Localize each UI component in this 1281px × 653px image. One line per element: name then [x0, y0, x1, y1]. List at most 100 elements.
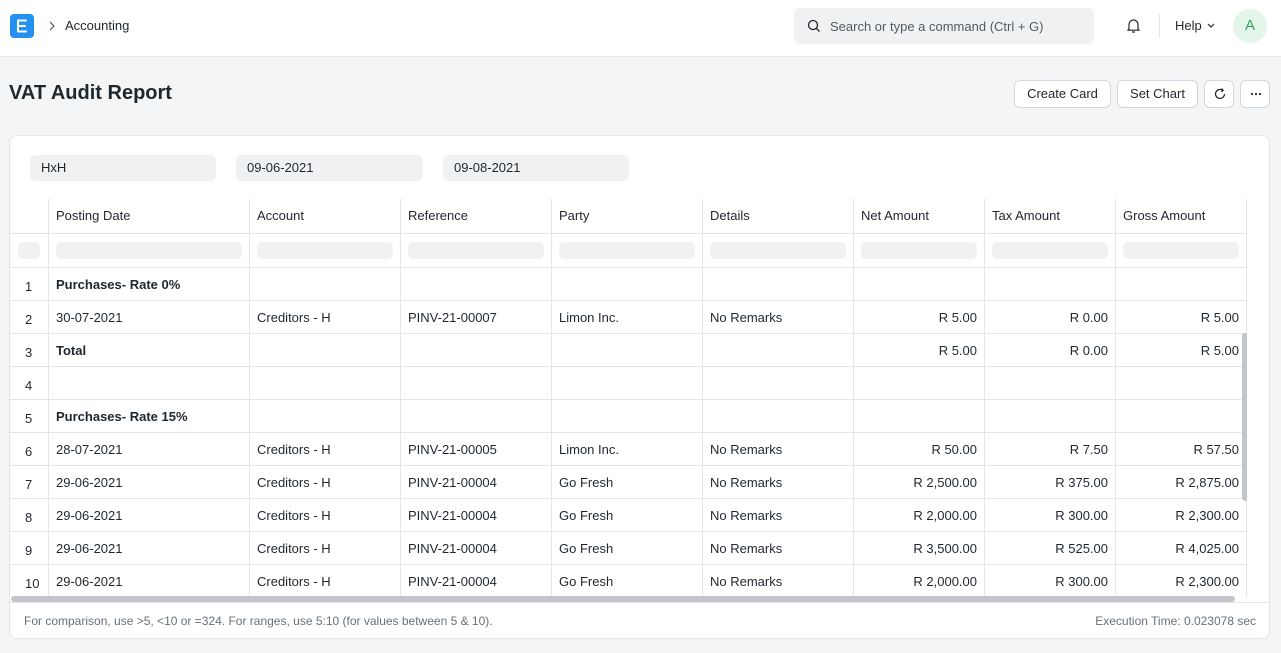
table-row[interactable]: 8 29-06-2021 Creditors - H PINV-21-00004 Go … [10, 499, 1247, 532]
cell-posting-date[interactable]: Purchases- Rate 15% [49, 400, 250, 433]
cell-party[interactable]: Go Fresh [552, 532, 703, 565]
filter-input-reference[interactable] [408, 242, 544, 259]
cell-details[interactable] [703, 334, 854, 367]
cell-tax-amount[interactable]: R 300.00 [985, 565, 1116, 597]
cell-posting-date[interactable]: 29-06-2021 [49, 532, 250, 565]
cell-party[interactable] [552, 268, 703, 301]
cell-account[interactable]: Creditors - H [250, 499, 401, 532]
table-row[interactable]: 3 Total R 5.00 R 0.00 R 5.00 [10, 334, 1247, 367]
filter-input-details[interactable] [710, 242, 846, 259]
table-row[interactable]: 7 29-06-2021 Creditors - H PINV-21-00004 Go … [10, 466, 1247, 499]
cell-gross-amount[interactable]: R 4,025.00 [1116, 532, 1247, 565]
cell-tax-amount[interactable]: R 300.00 [985, 499, 1116, 532]
cell-tax-amount[interactable]: R 0.00 [985, 334, 1116, 367]
cell-party[interactable]: Go Fresh [552, 466, 703, 499]
cell-party[interactable]: Go Fresh [552, 565, 703, 597]
cell-details[interactable] [703, 268, 854, 301]
cell-reference[interactable] [401, 367, 552, 400]
cell-tax-amount[interactable]: R 375.00 [985, 466, 1116, 499]
cell-tax-amount[interactable] [985, 367, 1116, 400]
filter-input-party[interactable] [559, 242, 695, 259]
cell-posting-date[interactable]: 30-07-2021 [49, 301, 250, 334]
cell-posting-date[interactable] [49, 367, 250, 400]
cell-details[interactable]: No Remarks [703, 466, 854, 499]
cell-posting-date[interactable]: 29-06-2021 [49, 565, 250, 597]
cell-details[interactable] [703, 367, 854, 400]
cell-details[interactable]: No Remarks [703, 565, 854, 597]
cell-net-amount[interactable]: R 2,000.00 [854, 499, 985, 532]
cell-reference[interactable]: PINV-21-00004 [401, 466, 552, 499]
cell-account[interactable]: Creditors - H [250, 433, 401, 466]
column-header-tax-amount[interactable]: Tax Amount [985, 199, 1116, 234]
cell-net-amount[interactable] [854, 268, 985, 301]
cell-details[interactable]: No Remarks [703, 301, 854, 334]
cell-party[interactable] [552, 400, 703, 433]
bell-icon[interactable] [1125, 17, 1142, 34]
cell-tax-amount[interactable] [985, 268, 1116, 301]
cell-gross-amount[interactable] [1116, 268, 1247, 301]
cell-net-amount[interactable]: R 50.00 [854, 433, 985, 466]
cell-tax-amount[interactable]: R 0.00 [985, 301, 1116, 334]
cell-net-amount[interactable]: R 3,500.00 [854, 532, 985, 565]
filter-input-posting-date[interactable] [56, 242, 242, 259]
table-row[interactable]: 4 [10, 367, 1247, 400]
cell-posting-date[interactable]: 29-06-2021 [49, 466, 250, 499]
cell-details[interactable] [703, 400, 854, 433]
cell-posting-date[interactable]: 28-07-2021 [49, 433, 250, 466]
erpnext-logo-icon[interactable] [10, 14, 34, 38]
cell-reference[interactable]: PINV-21-00004 [401, 499, 552, 532]
cell-net-amount[interactable]: R 2,500.00 [854, 466, 985, 499]
cell-gross-amount[interactable]: R 2,300.00 [1116, 565, 1247, 597]
column-header-net-amount[interactable]: Net Amount [854, 199, 985, 234]
filter-input-gross-amount[interactable] [1123, 242, 1239, 259]
cell-account[interactable] [250, 367, 401, 400]
cell-reference[interactable] [401, 334, 552, 367]
cell-gross-amount[interactable]: R 2,300.00 [1116, 499, 1247, 532]
cell-party[interactable] [552, 334, 703, 367]
table-row[interactable]: 5 Purchases- Rate 15% [10, 400, 1247, 433]
cell-account[interactable]: Creditors - H [250, 301, 401, 334]
to-date-filter[interactable]: 09-08-2021 [443, 155, 629, 181]
cell-account[interactable] [250, 268, 401, 301]
cell-gross-amount[interactable]: R 57.50 [1116, 433, 1247, 466]
cell-account[interactable] [250, 400, 401, 433]
table-row[interactable]: 1 Purchases- Rate 0% [10, 268, 1247, 301]
chevron-down-icon[interactable] [1206, 22, 1216, 30]
cell-posting-date[interactable]: Purchases- Rate 0% [49, 268, 250, 301]
table-row[interactable]: 10 29-06-2021 Creditors - H PINV-21-00004 Go… [10, 565, 1247, 597]
column-header-posting-date[interactable]: Posting Date [49, 199, 250, 234]
cell-tax-amount[interactable] [985, 400, 1116, 433]
table-row[interactable]: 2 30-07-2021 Creditors - H PINV-21-00007 Lim… [10, 301, 1247, 334]
cell-posting-date[interactable]: Total [49, 334, 250, 367]
cell-details[interactable]: No Remarks [703, 499, 854, 532]
cell-tax-amount[interactable]: R 7.50 [985, 433, 1116, 466]
table-row[interactable]: 9 29-06-2021 Creditors - H PINV-21-00004 Go … [10, 532, 1247, 565]
column-header-reference[interactable]: Reference [401, 199, 552, 234]
cell-tax-amount[interactable]: R 525.00 [985, 532, 1116, 565]
company-filter[interactable]: HxH [30, 155, 216, 181]
cell-reference[interactable]: PINV-21-00004 [401, 565, 552, 597]
cell-reference[interactable]: PINV-21-00007 [401, 301, 552, 334]
cell-party[interactable]: Limon Inc. [552, 301, 703, 334]
cell-reference[interactable] [401, 268, 552, 301]
cell-net-amount[interactable] [854, 367, 985, 400]
filter-input-net-amount[interactable] [861, 242, 977, 259]
cell-gross-amount[interactable]: R 5.00 [1116, 334, 1247, 367]
cell-net-amount[interactable]: R 2,000.00 [854, 565, 985, 597]
column-header-details[interactable]: Details [703, 199, 854, 234]
cell-party[interactable] [552, 367, 703, 400]
cell-account[interactable]: Creditors - H [250, 466, 401, 499]
set-chart-button[interactable]: Set Chart [1117, 80, 1198, 108]
help-dropdown[interactable]: Help [1175, 18, 1202, 33]
cell-gross-amount[interactable]: R 5.00 [1116, 301, 1247, 334]
column-header-gross-amount[interactable]: Gross Amount [1116, 199, 1247, 234]
refresh-button[interactable] [1204, 80, 1234, 108]
cell-net-amount[interactable] [854, 400, 985, 433]
from-date-filter[interactable]: 09-06-2021 [236, 155, 423, 181]
cell-net-amount[interactable]: R 5.00 [854, 334, 985, 367]
breadcrumb-accounting[interactable]: Accounting [65, 18, 129, 33]
cell-account[interactable]: Creditors - H [250, 532, 401, 565]
column-header-party[interactable]: Party [552, 199, 703, 234]
search-input[interactable] [830, 8, 1080, 44]
vertical-scrollbar[interactable] [1242, 333, 1247, 501]
